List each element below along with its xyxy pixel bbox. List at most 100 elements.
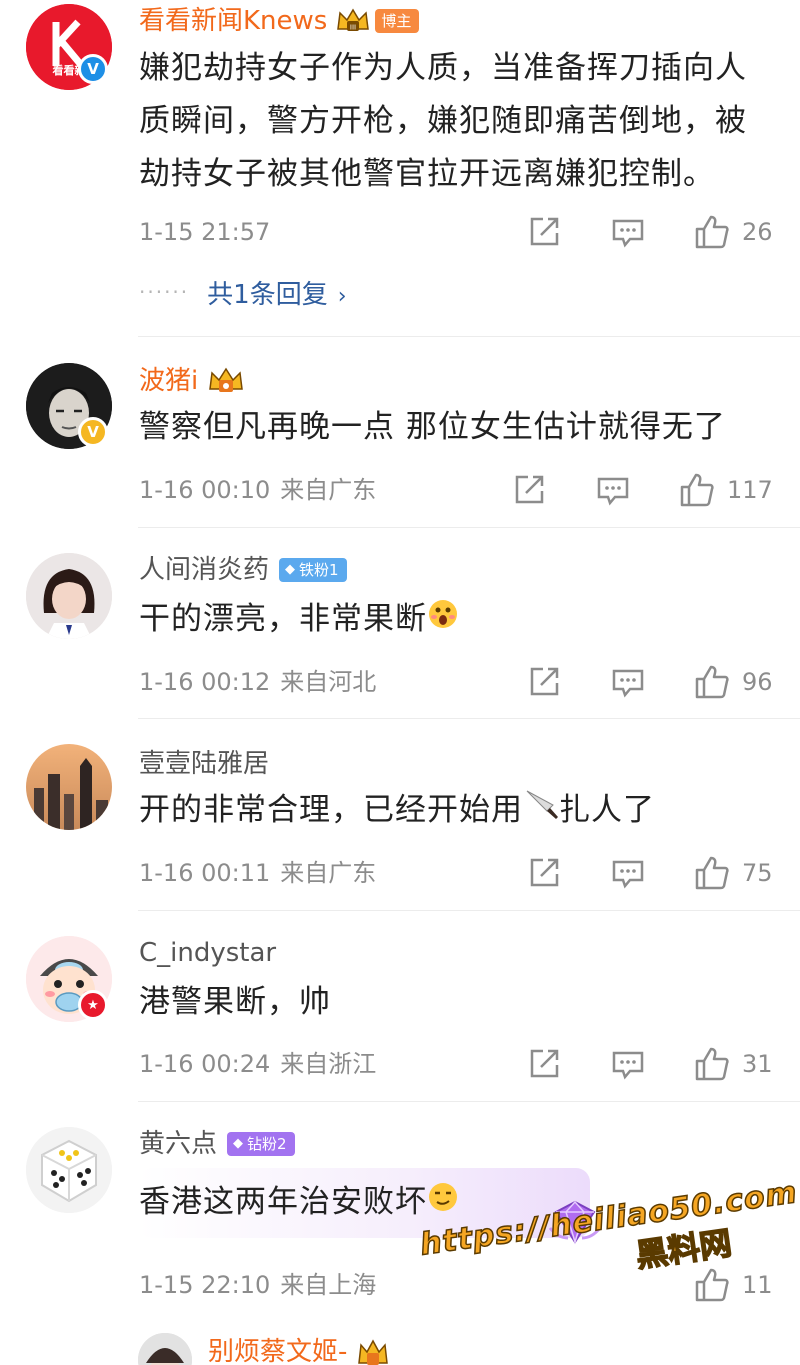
comment-time: 1-16 00:24 [139,1050,271,1078]
like-button[interactable]: 11 [694,1265,773,1305]
comment-item: 壹壹陆雅居 开的非常合理，已经开始用 扎人了 1-16 00:11 来自广东 75 [0,719,800,910]
comment-text-content: 干的漂亮，非常果断 [139,601,427,637]
comment-button[interactable] [611,212,645,252]
username[interactable]: 看看新闻Knews [139,1,327,41]
comment-location: 来自浙江 [280,1050,377,1078]
comment-button[interactable] [611,662,645,702]
share-button[interactable] [527,853,561,893]
comment-button[interactable] [611,853,645,893]
comment-time: 1-15 22:10 [139,1271,271,1299]
share-icon [530,1049,559,1078]
like-button[interactable]: 75 [694,853,773,893]
share-button[interactable] [512,470,546,510]
share-button[interactable] [527,1044,561,1084]
comment-item: 看看新 V 看看新闻Knews III 博主 嫌犯劫持女子作为人质，当准备挥刀插… [0,0,800,336]
fan-badge-label: 铁粉1 [299,561,339,579]
comment-header: 黄六点 ◆ 钻粉2 [139,1124,295,1164]
share-button[interactable] [527,212,561,252]
comment-header: 看看新闻Knews III 博主 [139,1,420,41]
like-button[interactable]: 96 [694,662,773,702]
share-icon [530,667,559,696]
like-count: 117 [727,476,773,504]
comment-time: 1-16 00:10 [139,476,271,504]
username[interactable]: 人间消炎药 [139,550,269,590]
comment-text-before: 开的非常合理，已经开始用 [139,792,523,828]
like-count: 11 [742,1271,773,1299]
diamond-icon: ◆ [233,1136,244,1151]
username[interactable]: C_indystar [139,933,276,973]
crown-icon: III [335,7,371,35]
username[interactable]: 黄六点 [139,1124,217,1164]
verified-badge-icon: V [78,54,108,84]
comment-item: V 波猪i 警察但凡再晚一点 那位女生估计就得无了 1-16 00:10 来自广东… [0,337,800,527]
comment-meta: 1-16 00:11 来自广东 [139,853,376,893]
like-count: 96 [742,668,773,696]
username[interactable]: 别烦蔡文姬- [208,1332,347,1365]
comment-icon [612,1051,644,1080]
reply-summary[interactable]: ······ 共1条回复 › [139,272,347,312]
comment-text-after: 扎人了 [559,792,655,828]
like-count: 75 [742,859,773,887]
comment-time: 1-15 21:57 [139,218,271,246]
blogger-tag: 博主 [375,9,420,33]
comment-item: ★ C_indystar 港警果断，帅 1-16 00:24 来自浙江 31 [0,911,800,1101]
view-replies-label: 共1条回复 [207,279,328,310]
star-badge-icon: ★ [78,990,108,1020]
chevron-right-icon: › [337,283,347,309]
comment-text-content: 香港这两年治安败坏 [139,1184,427,1220]
like-button[interactable]: 31 [694,1044,773,1084]
avatar[interactable] [26,744,112,830]
fan-badge: ◆ 铁粉1 [279,558,347,582]
comment-location: 来自河北 [280,668,377,696]
comment-meta: 1-15 22:10 来自上海 [139,1265,376,1305]
comment-location: 来自上海 [280,1271,377,1299]
comment-icon [597,477,629,506]
fan-badge-label: 钻粉2 [247,1135,287,1153]
username[interactable]: 壹壹陆雅居 [139,744,269,784]
comment-item: 人间消炎药 ◆ 铁粉1 干的漂亮，非常果断 1-16 00:12 来自河北 96 [0,528,800,718]
like-count: 26 [742,218,773,246]
knife-emoji-icon [523,785,559,838]
thumbs-up-icon [695,1047,729,1081]
diamond-icon: ◆ [285,562,296,577]
thumbs-up-icon [680,473,714,507]
comment-location: 来自广东 [280,476,377,504]
comment-header: 壹壹陆雅居 [139,744,269,784]
fan-badge: ◆ 钻粉2 [227,1132,295,1156]
like-button[interactable]: 117 [679,470,773,510]
crown-icon [206,365,246,397]
comment-button[interactable] [611,1044,645,1084]
svg-text:III: III [350,24,356,32]
comment-location: 来自广东 [280,859,377,887]
comment-icon [612,669,644,698]
avatar[interactable] [26,1127,112,1213]
thumbs-up-icon [695,856,729,890]
comment-button[interactable] [596,470,630,510]
share-button[interactable] [527,662,561,702]
like-button[interactable]: 26 [694,212,773,252]
comment-header: 波猪i [139,361,246,401]
thumbs-up-icon [695,665,729,699]
comment-header: 人间消炎药 ◆ 铁粉1 [139,550,347,590]
thumbs-up-icon [695,1268,729,1302]
share-icon [515,475,544,504]
comment-time: 1-16 00:11 [139,859,271,887]
share-icon [530,858,559,887]
comment-text: 嫌犯劫持女子作为人质，当准备挥刀插向人质瞬间，警方开枪，嫌犯随即痛苦倒地，被劫持… [139,50,747,192]
avatar[interactable] [138,1333,192,1365]
comment-text: 警察但凡再晚一点 那位女生估计就得无了 [139,409,726,445]
comment-meta: 1-16 00:10 来自广东 [139,470,376,510]
reply-dots: ······ [139,280,190,304]
comment-header: C_indystar [139,933,276,973]
thumbs-up-icon [695,215,729,249]
view-replies-link[interactable]: 共1条回复 › [207,274,346,311]
comment-header: 别烦蔡文姬- [208,1332,391,1365]
avatar[interactable] [26,553,112,639]
username[interactable]: 波猪i [139,361,198,401]
share-icon [530,217,559,246]
comment-meta: 1-16 00:24 来自浙江 [139,1044,376,1084]
comment-icon [612,860,644,889]
comment-time: 1-16 00:12 [139,668,271,696]
comment-text: 开的非常合理，已经开始用 扎人了 [139,784,776,838]
surprised-emoji-icon [427,594,459,647]
